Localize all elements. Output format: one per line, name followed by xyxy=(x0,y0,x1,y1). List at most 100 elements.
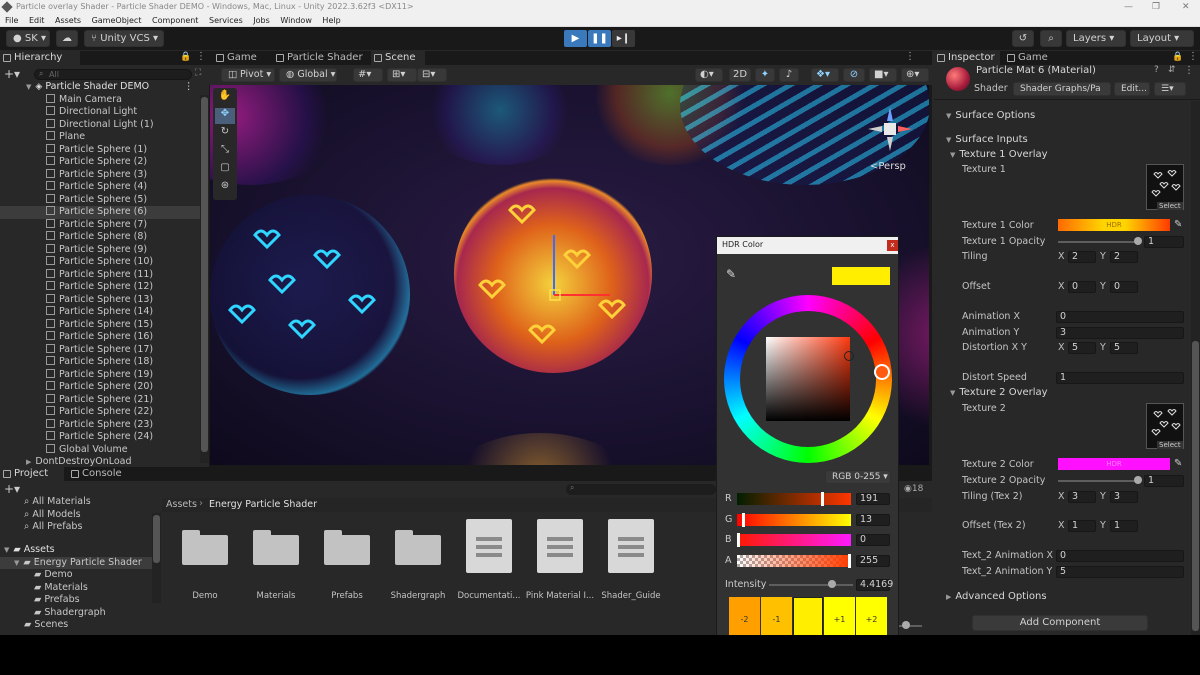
tree-materials[interactable]: ▰ Materials xyxy=(0,582,152,595)
hierarchy-item[interactable]: Particle Sphere (7) xyxy=(0,218,200,232)
saturation-value-square[interactable] xyxy=(766,337,850,421)
hierarchy-item[interactable]: Particle Sphere (11) xyxy=(0,268,200,282)
asset-documentation[interactable]: Documentati... xyxy=(453,519,525,609)
step-button[interactable]: ▸❙ xyxy=(612,30,635,47)
animation-x-field[interactable]: 0 xyxy=(1056,311,1184,323)
hierarchy-item[interactable]: Particle Sphere (6) xyxy=(0,206,200,219)
surface-options-foldout[interactable]: ▼ Surface Options xyxy=(946,110,1035,121)
hierarchy-item[interactable]: Particle Sphere (21) xyxy=(0,393,200,407)
hierarchy-item[interactable]: Particle Sphere (9) xyxy=(0,243,200,257)
hierarchy-item[interactable]: Particle Sphere (2) xyxy=(0,156,200,169)
hierarchy-item[interactable]: Directional Light xyxy=(0,106,200,119)
move-tool-icon[interactable]: ✥ xyxy=(215,108,235,124)
favorite-all-models[interactable]: ⌕ All Models xyxy=(0,509,152,522)
texture2-overlay-foldout[interactable]: ▼ Texture 2 Overlay xyxy=(950,387,1048,398)
channel-r-field[interactable]: 191 xyxy=(856,493,890,505)
hierarchy-item[interactable]: Directional Light (1) xyxy=(0,118,200,132)
asset-shadergraph[interactable]: Shadergraph xyxy=(382,529,454,609)
surface-inputs-foldout[interactable]: ▼ Surface Inputs xyxy=(946,134,1028,145)
hierarchy-item[interactable]: Particle Sphere (1) xyxy=(0,143,200,157)
rotate-tool-icon[interactable]: ↻ xyxy=(215,126,235,142)
hue-picker-handle[interactable] xyxy=(874,364,890,380)
tab-inspector[interactable]: Inspector xyxy=(934,51,1000,65)
texture2-opacity-field[interactable]: 1 xyxy=(1144,475,1184,487)
texture2-color-field[interactable]: HDR xyxy=(1058,458,1170,470)
tab-scene[interactable]: Scene xyxy=(371,51,425,65)
asset-pink-material[interactable]: Pink Material I... xyxy=(524,519,596,609)
offset2-x-field[interactable]: 1 xyxy=(1068,520,1096,532)
audio-icon[interactable]: ♪ xyxy=(779,68,799,82)
channel-b-handle[interactable] xyxy=(737,533,740,547)
color-mode-dropdown[interactable]: RGB 0-255 ▾ xyxy=(825,470,891,484)
asset-prefabs[interactable]: Prefabs xyxy=(311,529,383,609)
more-options-icon[interactable]: ⋮ xyxy=(1188,51,1198,62)
texture1-opacity-slider[interactable] xyxy=(1058,241,1138,243)
more-options-icon[interactable]: ⋮ xyxy=(196,51,206,62)
breadcrumb-assets[interactable]: Assets xyxy=(166,499,197,510)
tiling2-x-field[interactable]: 3 xyxy=(1068,491,1096,503)
shader-dropdown[interactable]: Shader Graphs/Pa xyxy=(1013,82,1111,96)
gizmo-neg-y-cone[interactable] xyxy=(887,137,893,151)
channel-a-field[interactable]: 255 xyxy=(856,555,890,567)
distortion-y-field[interactable]: 5 xyxy=(1110,342,1138,354)
help-icon[interactable]: ? xyxy=(1154,65,1159,75)
channel-g-slider[interactable] xyxy=(737,514,851,526)
menu-gameobject[interactable]: GameObject xyxy=(92,16,142,25)
hierarchy-search-input[interactable]: ⌕ All xyxy=(34,69,192,80)
intensity-field[interactable]: 4.4169 xyxy=(856,579,893,591)
distort-speed-field[interactable]: 1 xyxy=(1056,372,1184,384)
project-tree-scrollbar[interactable] xyxy=(152,513,161,603)
snap-increment-icon[interactable]: ⊞▾ xyxy=(387,68,417,82)
eyedropper-icon[interactable]: ✎ xyxy=(726,267,736,281)
add-component-button[interactable]: Add Component xyxy=(972,615,1148,631)
swatch-plus-1[interactable]: +1 xyxy=(824,597,855,635)
swatch-minus-1[interactable]: -1 xyxy=(761,597,792,635)
channel-b-slider[interactable] xyxy=(737,534,851,546)
project-search-input[interactable]: ⌕ xyxy=(566,483,716,495)
sv-picker-handle[interactable] xyxy=(844,351,854,361)
hierarchy-item[interactable]: Particle Sphere (12) xyxy=(0,281,200,294)
scene-root[interactable]: ▼ ◈ Particle Shader DEMO ⋮ xyxy=(0,81,200,94)
hierarchy-item[interactable]: Particle Sphere (17) xyxy=(0,343,200,357)
texture1-opacity-field[interactable]: 1 xyxy=(1144,236,1184,248)
camera-icon[interactable]: ■▾ xyxy=(869,68,897,82)
vcs-button[interactable]: ⑂ Unity VCS ▾ xyxy=(84,30,164,47)
text2-animation-y-field[interactable]: 5 xyxy=(1056,566,1184,578)
dont-destroy-on-load[interactable]: ▶ DontDestroyOnLoad xyxy=(0,456,200,467)
tiling-y-field[interactable]: 2 xyxy=(1110,251,1138,263)
advanced-options-foldout[interactable]: ▶ Advanced Options xyxy=(946,591,1047,602)
gizmo-x-cone[interactable] xyxy=(898,126,912,132)
texture2-slot[interactable]: Select xyxy=(1146,403,1184,449)
text2-animation-x-field[interactable]: 0 xyxy=(1056,550,1184,562)
orientation-gizmo[interactable] xyxy=(864,105,914,155)
scene-visibility-icon[interactable]: ⊘ xyxy=(843,68,865,82)
hierarchy-item[interactable]: Particle Sphere (19) xyxy=(0,368,200,382)
scene-options-icon[interactable]: ⋮ xyxy=(184,81,194,94)
shader-edit-button[interactable]: Edit... xyxy=(1114,82,1150,96)
preset-icon[interactable]: ⇵ xyxy=(1168,65,1176,75)
tree-scenes[interactable]: ▰ Scenes xyxy=(0,619,152,632)
tab-particle-shader[interactable]: Particle Shader xyxy=(273,51,365,65)
texture2-opacity-slider[interactable] xyxy=(1058,480,1138,482)
channel-r-handle[interactable] xyxy=(821,492,824,506)
search-icon[interactable]: ⌕ xyxy=(1040,30,1062,47)
asset-shader-guide[interactable]: Shader_Guide xyxy=(595,519,667,609)
menu-window[interactable]: Window xyxy=(280,16,312,25)
texture1-color-field[interactable]: HDR xyxy=(1058,219,1170,231)
tree-energy-particle-shader[interactable]: ▼ ▰ Energy Particle Shader xyxy=(0,556,152,569)
grid-snap-icon[interactable]: #▾ xyxy=(353,68,383,82)
hierarchy-item[interactable]: Particle Sphere (13) xyxy=(0,293,200,307)
mode-2d-button[interactable]: 2D xyxy=(729,68,751,82)
pause-button[interactable]: ❚❚ xyxy=(588,30,611,47)
add-icon[interactable]: +▾ xyxy=(4,67,20,81)
hierarchy-item[interactable]: Plane xyxy=(0,131,200,144)
transform-tool-icon[interactable]: ⊛ xyxy=(215,180,235,196)
offset2-y-field[interactable]: 1 xyxy=(1110,520,1138,532)
scale-tool-icon[interactable]: ⤡ xyxy=(215,144,235,160)
tree-prefabs[interactable]: ▰ Prefabs xyxy=(0,594,152,607)
asset-size-knob[interactable] xyxy=(902,621,910,629)
hand-tool-icon[interactable]: ✋ xyxy=(215,90,235,106)
eyedropper-icon[interactable]: ✎ xyxy=(1174,458,1182,469)
swatch-minus-2[interactable]: -2 xyxy=(729,597,760,635)
hierarchy-item[interactable]: Main Camera xyxy=(0,93,200,107)
